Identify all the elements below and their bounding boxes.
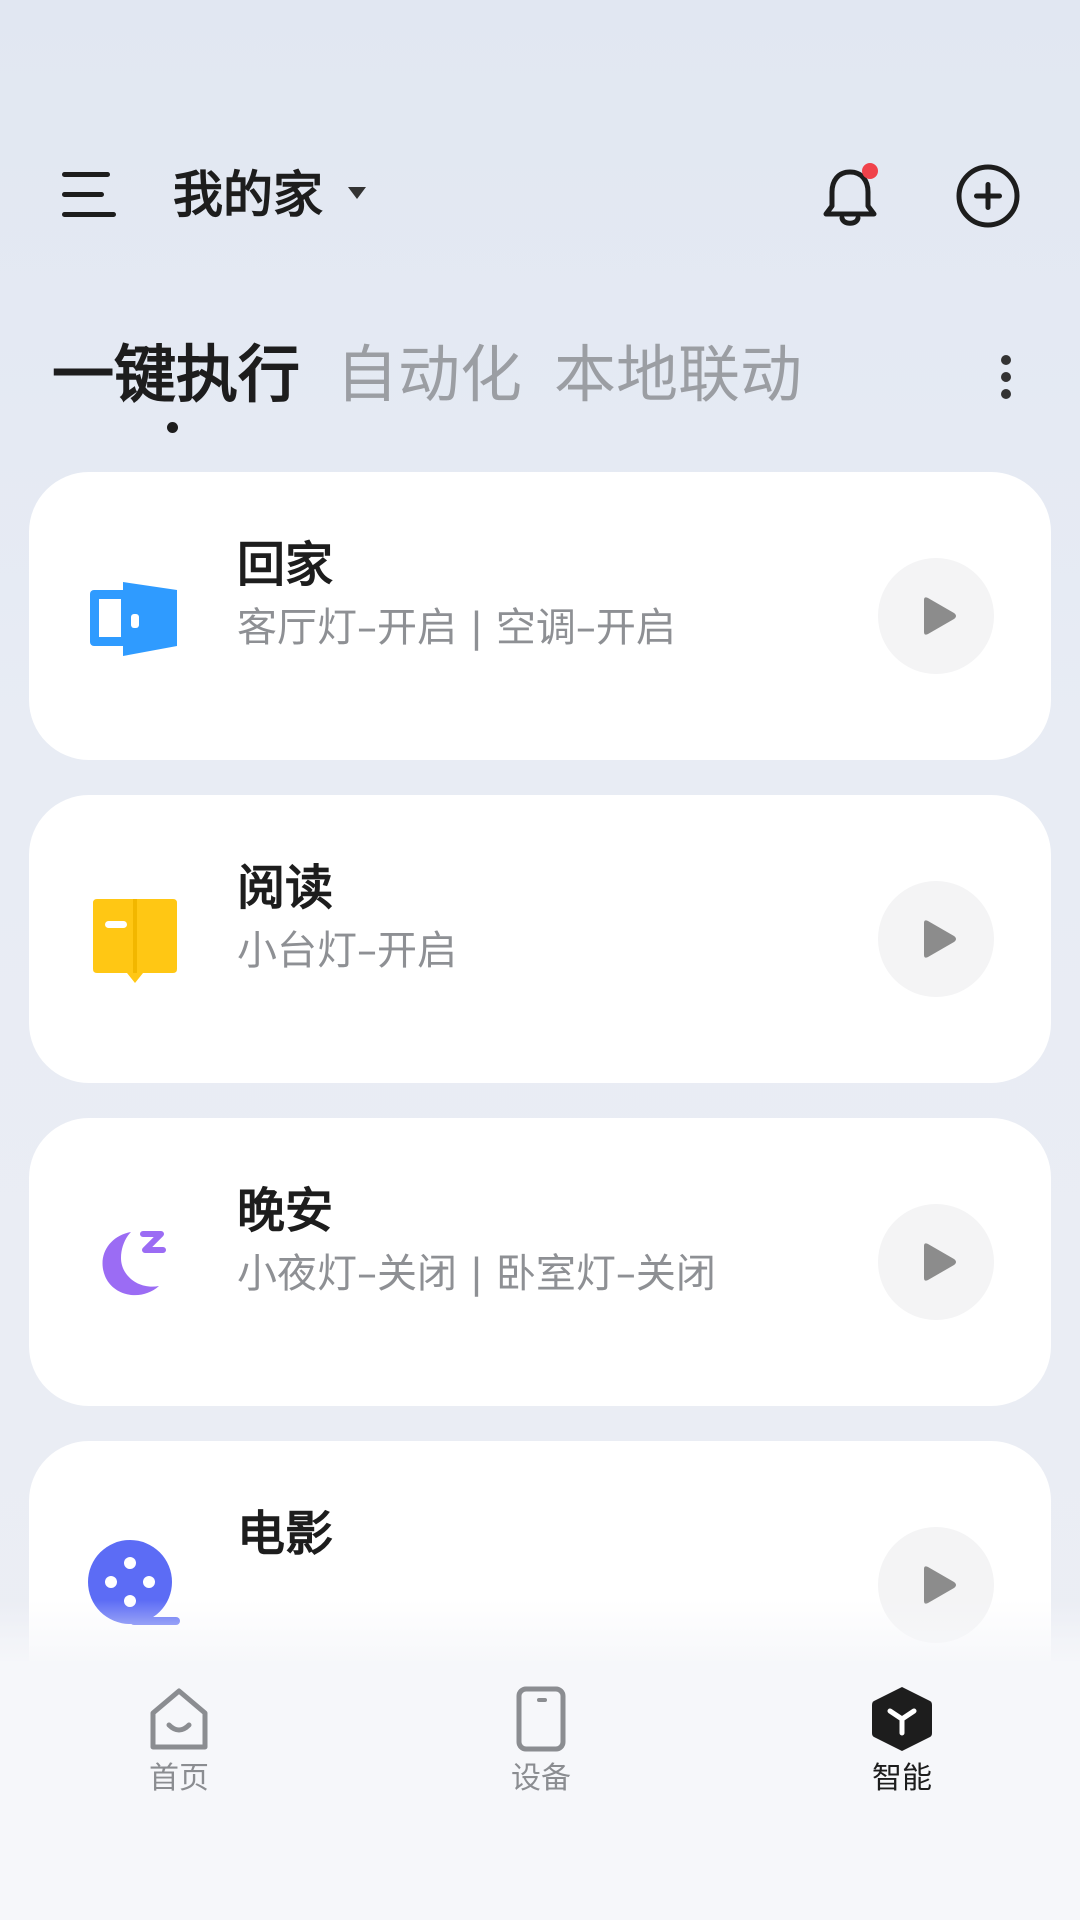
top-bar: 我的家: [0, 140, 1080, 250]
notification-badge: [862, 163, 878, 179]
nav-home[interactable]: 首页: [79, 1685, 279, 1815]
bottom-navigation: 首页 设备 智能: [0, 1661, 1080, 1920]
tab-one-click[interactable]: 一键执行: [52, 330, 300, 420]
scene-title: 电影: [237, 1506, 334, 1562]
plus-circle-icon[interactable]: [954, 162, 1022, 230]
caret-down-icon[interactable]: [346, 186, 368, 200]
nav-smart[interactable]: 智能: [802, 1685, 1002, 1815]
active-tab-indicator: [167, 422, 178, 433]
tab-local-linkage[interactable]: 本地联动: [554, 330, 802, 420]
bell-icon[interactable]: [818, 162, 882, 232]
scene-description: 小台灯–开启: [237, 928, 457, 974]
more-vertical-icon[interactable]: [996, 354, 1016, 400]
scene-title: 回家: [237, 537, 334, 593]
nav-label: 首页: [149, 1761, 209, 1796]
device-icon: [516, 1686, 566, 1752]
scene-title: 晚安: [237, 1183, 334, 1239]
run-scene-button[interactable]: [878, 558, 994, 674]
door-icon: [90, 582, 177, 656]
scene-card-go-home[interactable]: 回家 客厅灯–开启 | 空调–开启: [29, 472, 1051, 760]
scene-card-reading[interactable]: 阅读 小台灯–开启: [29, 795, 1051, 1083]
play-icon: [924, 920, 956, 958]
menu-icon[interactable]: [62, 168, 120, 222]
book-icon: [93, 899, 177, 983]
run-scene-button[interactable]: [878, 1204, 994, 1320]
play-icon: [924, 1243, 956, 1281]
home-selector-label[interactable]: 我的家: [173, 160, 323, 230]
scene-description: 客厅灯–开启 | 空调–开启: [237, 605, 676, 651]
home-icon: [150, 1688, 208, 1750]
tab-automation[interactable]: 自动化: [336, 330, 522, 420]
nav-devices[interactable]: 设备: [441, 1685, 641, 1815]
nav-label: 智能: [872, 1761, 932, 1796]
moon-icon: [102, 1231, 166, 1296]
smart-icon: [872, 1687, 932, 1751]
scene-title: 阅读: [237, 860, 334, 916]
play-icon: [924, 597, 956, 635]
scene-tabs: 一键执行 自动化 本地联动: [0, 330, 1080, 440]
play-icon: [924, 1566, 956, 1604]
nav-label: 设备: [511, 1761, 571, 1796]
run-scene-button[interactable]: [878, 881, 994, 997]
scene-card-good-night[interactable]: 晚安 小夜灯–关闭 | 卧室灯–关闭: [29, 1118, 1051, 1406]
scene-description: 小夜灯–关闭 | 卧室灯–关闭: [237, 1251, 716, 1297]
scroll-fade: [0, 1600, 1080, 1662]
